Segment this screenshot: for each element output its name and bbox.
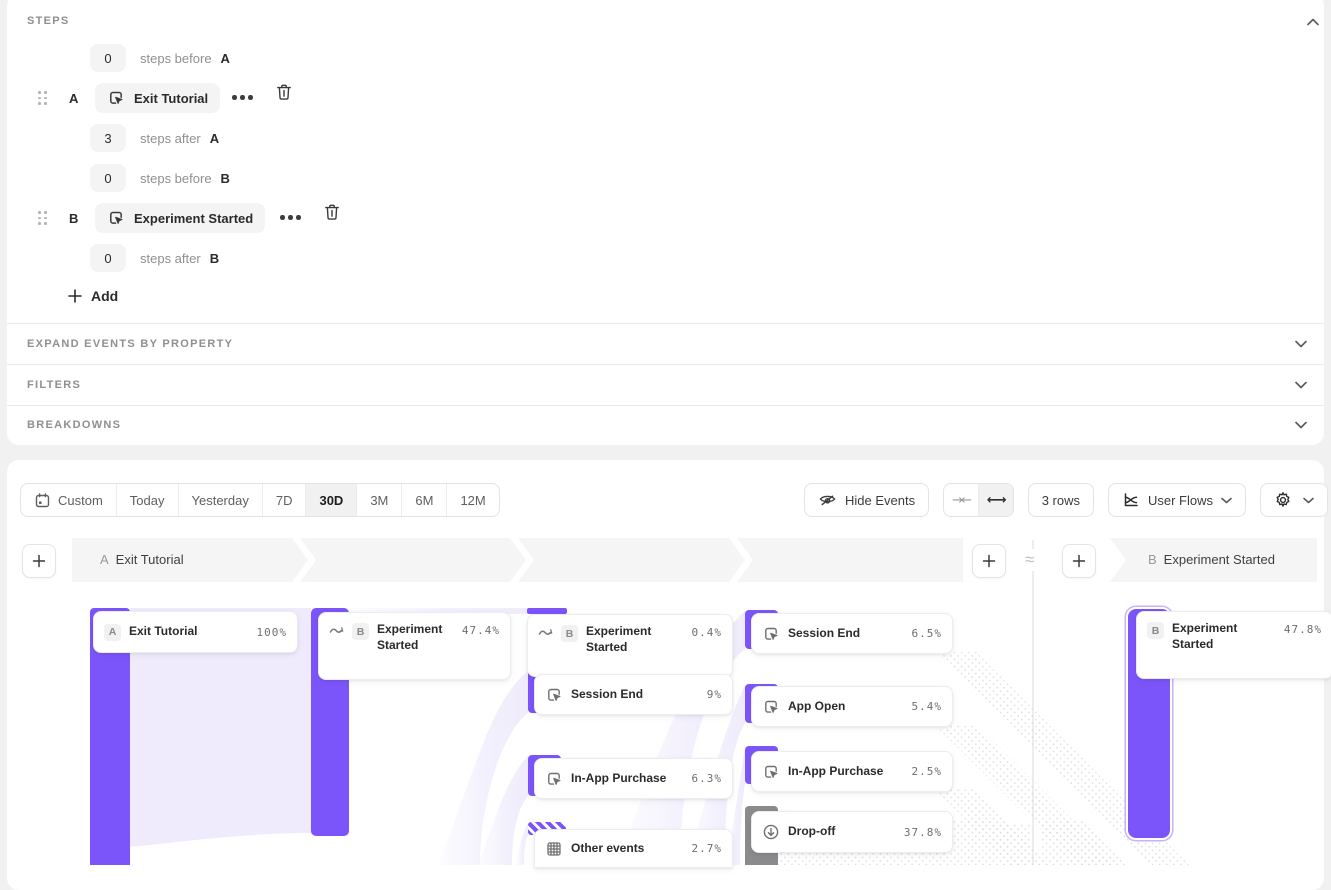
collapse-steps-icon[interactable] xyxy=(1307,18,1319,26)
drop-off-icon xyxy=(762,823,780,841)
date-range-12m[interactable]: 12M xyxy=(446,484,498,516)
chevron-down-icon xyxy=(1221,497,1232,504)
filters-section[interactable]: FILTERS xyxy=(7,365,1324,405)
plus-icon xyxy=(1072,554,1086,568)
expand-columns-button[interactable]: ←→ xyxy=(978,484,1013,516)
arrows-inward-icon: →← xyxy=(952,493,970,508)
breakdowns-section[interactable]: BREAKDOWNS xyxy=(7,406,1324,445)
gap-indicator: ≈ xyxy=(1022,549,1037,571)
step-b-event-pill[interactable]: Experiment Started xyxy=(95,203,265,233)
add-column-before-b-button[interactable] xyxy=(1062,544,1096,578)
flow-node-exit-tutorial[interactable]: A Exit Tutorial 100% xyxy=(93,611,298,653)
view-selector-button[interactable]: User Flows xyxy=(1108,483,1246,517)
add-column-after-a-button[interactable] xyxy=(972,544,1006,578)
chevron-down-icon xyxy=(1295,381,1307,389)
flow-continue-icon xyxy=(329,625,344,637)
step-chip-a: A xyxy=(104,624,121,641)
event-click-icon xyxy=(107,89,125,107)
plus-icon xyxy=(982,554,996,568)
flow-node-app-open[interactable]: App Open 5.4% xyxy=(751,686,953,727)
event-click-icon xyxy=(762,763,780,781)
event-click-icon xyxy=(107,209,125,227)
steps-after-b-input[interactable]: 0 xyxy=(90,244,126,272)
plus-icon xyxy=(32,554,46,568)
header-step-a[interactable]: A Exit Tutorial xyxy=(100,552,184,567)
date-range-today[interactable]: Today xyxy=(116,484,178,516)
flow-node-drop-off[interactable]: Drop-off 37.8% xyxy=(751,811,953,853)
step-chip-b: B xyxy=(352,623,369,640)
step-b-more-options-icon[interactable] xyxy=(280,215,301,220)
collapse-columns-button[interactable]: →← xyxy=(944,484,978,516)
flow-continue-icon xyxy=(538,627,553,639)
date-range-3m[interactable]: 3M xyxy=(356,484,401,516)
flow-node-experiment-started-s1[interactable]: B Experiment Started 47.4% xyxy=(318,612,511,680)
steps-section-title: STEPS xyxy=(27,15,70,27)
step-b-letter: B xyxy=(69,211,78,226)
calendar-icon xyxy=(34,492,51,509)
step-a-letter: A xyxy=(69,91,78,106)
drag-handle-icon[interactable] xyxy=(38,91,47,105)
event-click-icon xyxy=(762,698,780,716)
date-range-7d[interactable]: 7D xyxy=(262,484,306,516)
step-b-delete-icon[interactable] xyxy=(323,203,341,221)
arrows-outward-icon: ←→ xyxy=(987,493,1005,508)
date-range-6m[interactable]: 6M xyxy=(401,484,446,516)
steps-after-a-label: steps after A xyxy=(140,131,219,146)
plus-icon xyxy=(68,289,82,303)
flow-node-other-events[interactable]: Other events 2.7% xyxy=(534,829,733,868)
query-builder-panel: STEPS 0 steps before A A Exit Tutorial 3… xyxy=(7,0,1324,445)
chevron-down-icon xyxy=(1295,421,1307,429)
flow-node-in-app-purchase-s3[interactable]: In-App Purchase 2.5% xyxy=(751,751,953,792)
date-range-30d[interactable]: 30D xyxy=(305,484,356,516)
header-step-b[interactable]: B Experiment Started xyxy=(1148,552,1275,567)
chart-toolbar-right: Hide Events →← ←→ 3 rows User Flows xyxy=(804,483,1328,517)
steps-before-b-label: steps before B xyxy=(140,171,230,186)
date-range-yesterday[interactable]: Yesterday xyxy=(178,484,262,516)
flow-node-in-app-purchase-s2[interactable]: In-App Purchase 6.3% xyxy=(534,758,733,799)
date-range-control: Custom Today Yesterday 7D 30D 3M 6M 12M xyxy=(20,483,500,517)
step-a-more-options-icon[interactable] xyxy=(232,95,253,100)
step-chip-b: B xyxy=(561,625,578,642)
drag-handle-icon[interactable] xyxy=(38,211,47,225)
step-a-delete-icon[interactable] xyxy=(275,83,293,101)
flow-node-experiment-started-s2[interactable]: B Experiment Started 0.4% xyxy=(527,614,733,677)
hide-events-button[interactable]: Hide Events xyxy=(804,483,929,517)
steps-before-b-input[interactable]: 0 xyxy=(90,164,126,192)
flow-node-experiment-started-b[interactable]: B Experiment Started 47.8% xyxy=(1136,611,1331,679)
event-click-icon xyxy=(545,770,563,788)
settings-button[interactable] xyxy=(1260,483,1328,517)
eye-hidden-icon xyxy=(818,491,837,510)
steps-before-a-input[interactable]: 0 xyxy=(90,44,126,72)
steps-after-b-label: steps after B xyxy=(140,251,219,266)
gear-icon xyxy=(1274,491,1292,509)
rows-count-button[interactable]: 3 rows xyxy=(1028,483,1094,517)
chevron-down-icon xyxy=(1303,497,1314,504)
column-width-control: →← ←→ xyxy=(943,483,1014,517)
step-header-band-a xyxy=(72,538,963,582)
event-click-icon xyxy=(545,686,563,704)
steps-after-a-input[interactable]: 3 xyxy=(90,124,126,152)
add-step-button[interactable]: Add xyxy=(68,288,118,304)
user-flows-icon xyxy=(1122,491,1140,509)
expand-events-by-property-section[interactable]: EXPAND EVENTS BY PROPERTY xyxy=(7,324,1324,364)
step-chip-b: B xyxy=(1147,622,1164,639)
steps-before-a-label: steps before A xyxy=(140,51,230,66)
flow-node-session-end-s2[interactable]: Session End 9% xyxy=(534,674,733,715)
date-range-custom[interactable]: Custom xyxy=(21,484,116,516)
event-click-icon xyxy=(762,625,780,643)
flow-node-session-end-s3[interactable]: Session End 6.5% xyxy=(751,613,953,654)
add-column-before-button[interactable] xyxy=(22,544,56,578)
grid-icon xyxy=(545,840,563,858)
chevron-down-icon xyxy=(1295,340,1307,348)
step-a-event-pill[interactable]: Exit Tutorial xyxy=(95,83,220,113)
